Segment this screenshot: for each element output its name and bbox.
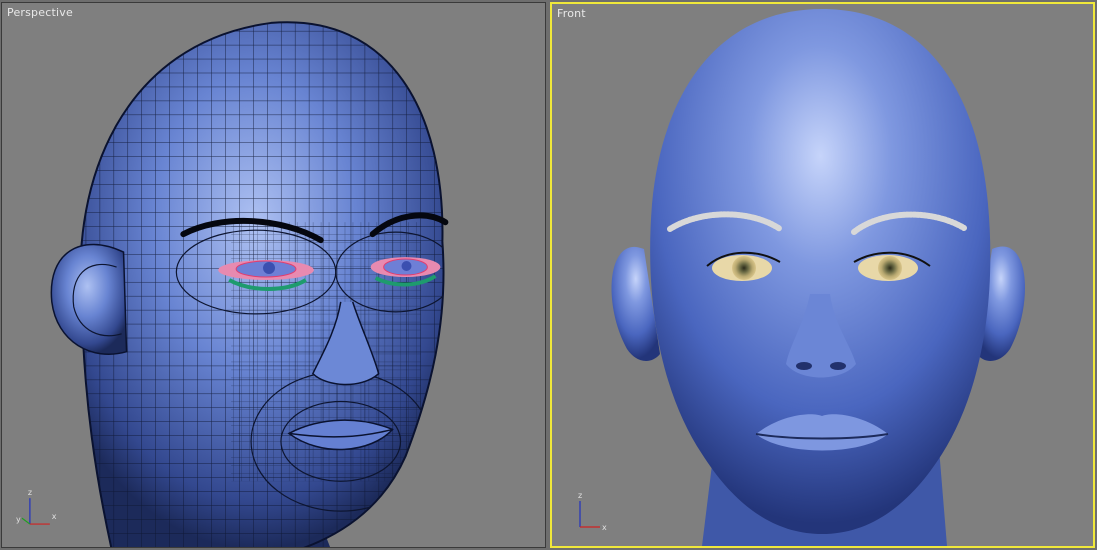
perspective-viewport[interactable]: z x y Perspective	[1, 2, 546, 548]
perspective-render[interactable]: z x y	[2, 3, 545, 547]
axis-x-label: x	[602, 523, 607, 532]
axis-y-label: y	[16, 515, 21, 524]
axis-z-label: z	[28, 488, 32, 497]
head	[650, 9, 991, 534]
left-ear	[50, 243, 128, 355]
axis-gizmo: z x y	[16, 488, 57, 525]
front-render[interactable]: z x	[552, 4, 1093, 546]
axis-gizmo: z x	[578, 491, 607, 532]
axis-z-label: z	[578, 491, 582, 500]
front-viewport[interactable]: z x Front	[550, 2, 1095, 548]
viewport-label-perspective[interactable]: Perspective	[7, 6, 73, 19]
viewport-label-front[interactable]: Front	[557, 7, 586, 20]
axis-x-label: x	[52, 512, 57, 521]
